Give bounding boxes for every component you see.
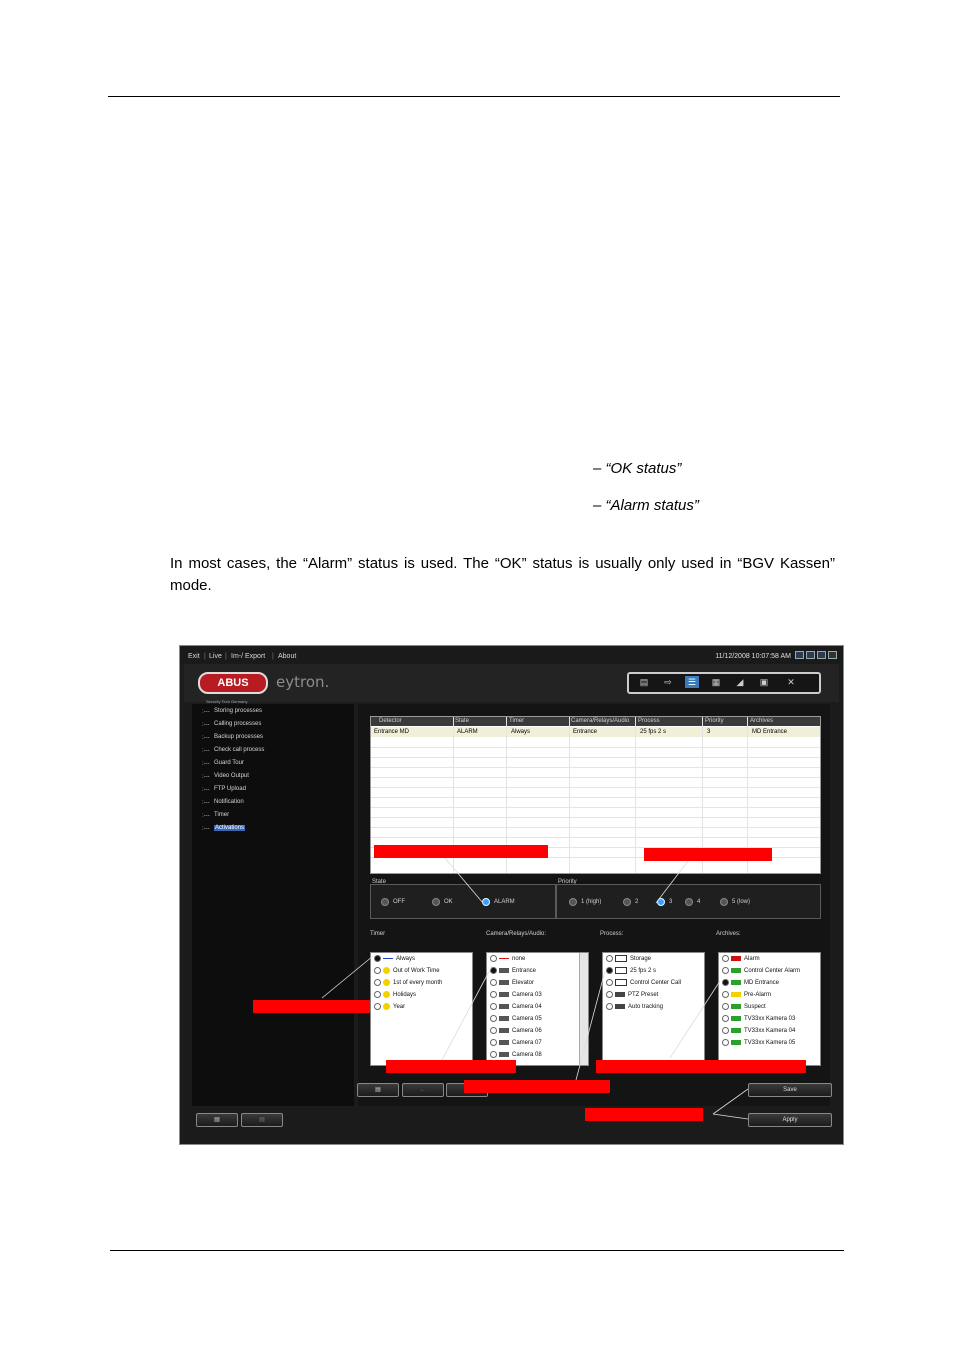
header-rule: [108, 96, 840, 97]
footer-rule: [110, 1250, 844, 1251]
ok-status-line: – “OK status”: [593, 460, 682, 477]
callout-lines: [321, 857, 749, 1120]
app-screenshot: Exit | Live | Im-/ Export | About 11/12/…: [179, 645, 844, 1145]
alarm-status-line: – “Alarm status”: [593, 497, 699, 514]
body-paragraph: In most cases, the “Alarm” status is use…: [170, 555, 835, 594]
